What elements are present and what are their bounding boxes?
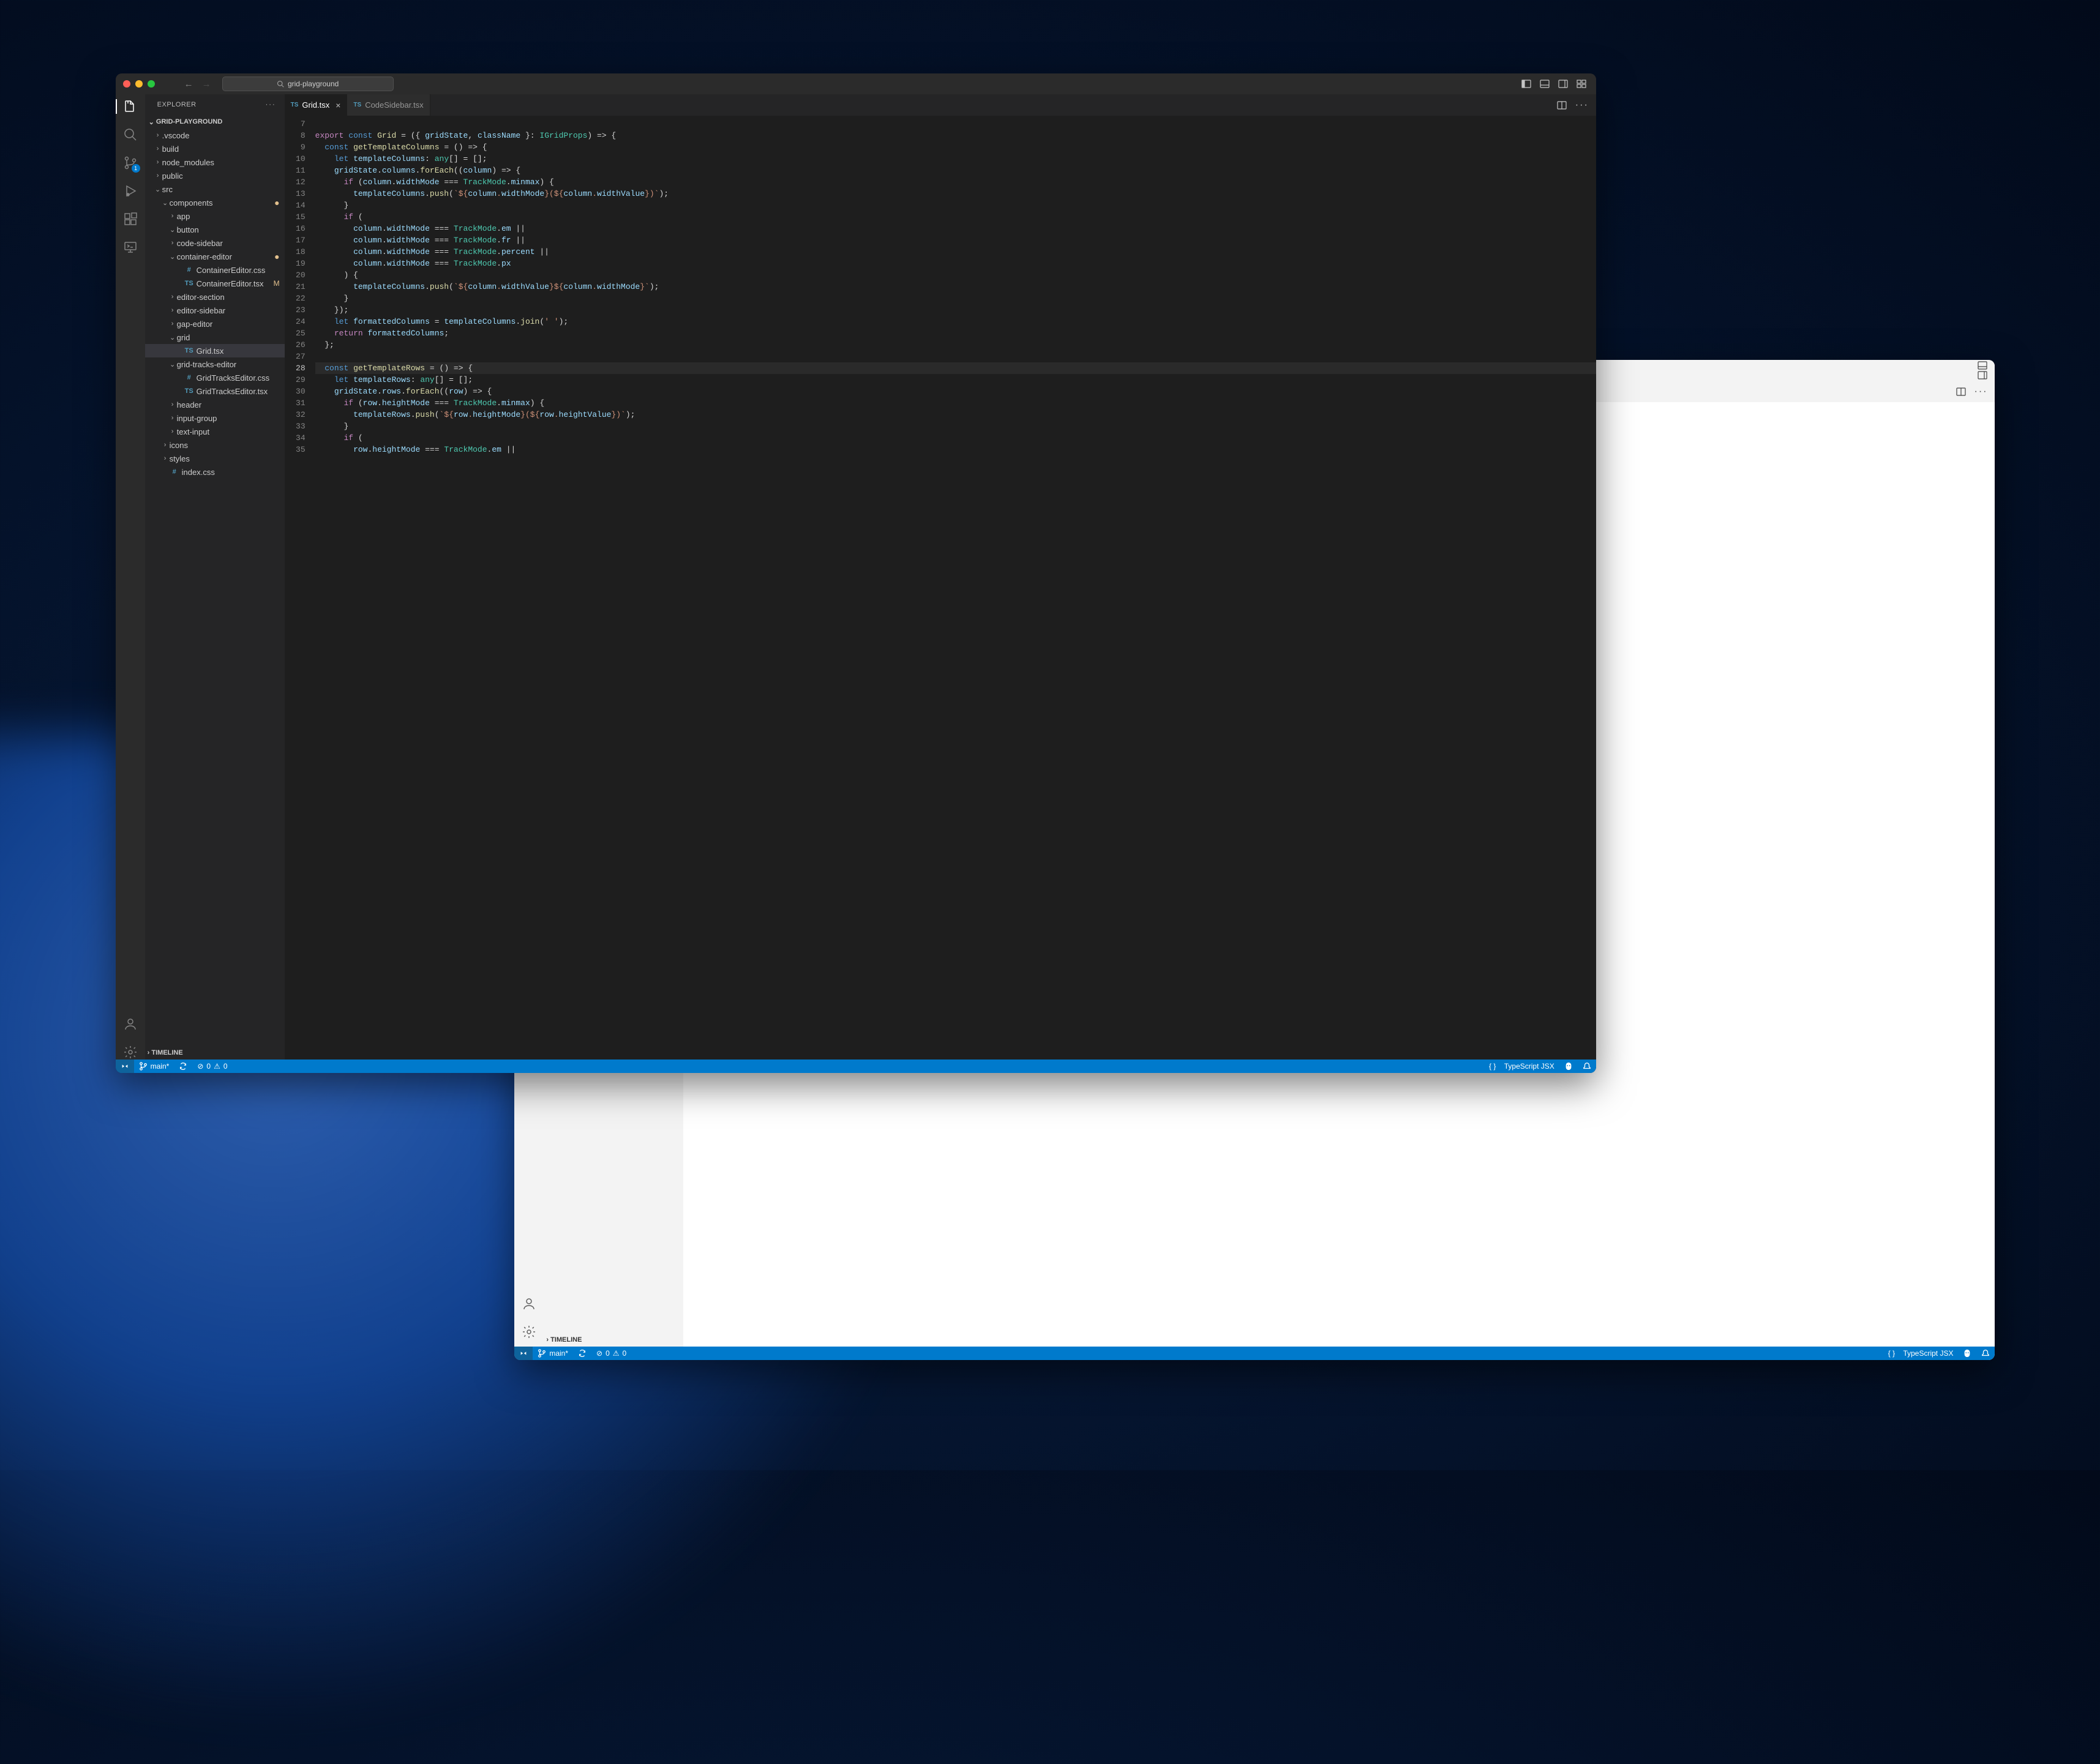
minimize-window-button[interactable] [135,80,143,88]
sidebar-header: EXPLORER ··· [145,94,285,115]
maximize-window-button[interactable] [148,80,155,88]
remote-indicator[interactable] [116,1060,134,1073]
branch-indicator[interactable]: main* [533,1349,573,1358]
tree-item-gap-editor[interactable]: ›gap-editor [145,317,285,331]
tree-item-styles[interactable]: ›styles [145,452,285,465]
explorer-icon[interactable] [123,99,138,114]
tree-item-gridtrackseditor-tsx[interactable]: TSGridTracksEditor.tsx [145,384,285,398]
settings-gear-icon[interactable] [123,1045,138,1060]
accounts-icon[interactable] [123,1017,138,1031]
split-editor-icon[interactable] [1956,387,1966,397]
titlebar: ← → grid-playground [116,73,1596,94]
layout-primary-icon[interactable] [1521,79,1531,89]
tree-item-app[interactable]: ›app [145,209,285,223]
problems-indicator[interactable]: ⊘0 ⚠0 [192,1062,232,1071]
tree-item-code-sidebar[interactable]: ›code-sidebar [145,236,285,250]
settings-gear-icon[interactable] [522,1325,536,1339]
tree-item-grid[interactable]: ⌄grid [145,331,285,344]
remote-indicator[interactable] [514,1347,533,1360]
search-icon[interactable] [123,127,138,142]
tree-item-containereditor-tsx[interactable]: TSContainerEditor.tsxM [145,277,285,290]
tree-item-src[interactable]: ⌄src [145,182,285,196]
tree-item-button[interactable]: ⌄button [145,223,285,236]
scm-badge: 1 [132,164,140,173]
tab-codesidebar-tsx[interactable]: TS CodeSidebar.tsx [347,94,430,116]
timeline-section[interactable]: › TIMELINE [544,1333,683,1347]
tree-item-input-group[interactable]: ›input-group [145,411,285,425]
more-actions-icon[interactable]: ··· [1974,386,1988,397]
notifications-icon[interactable] [1976,1349,1995,1358]
accounts-icon[interactable] [522,1296,536,1311]
command-center[interactable]: grid-playground [222,77,394,91]
window-controls [123,80,155,88]
workspace-root[interactable]: ⌄ GRID-PLAYGROUND [145,115,285,129]
problems-indicator[interactable]: ⊘0 ⚠0 [591,1349,631,1358]
close-tab-icon[interactable]: × [336,100,340,110]
copilot-icon[interactable] [1559,1062,1578,1071]
tab-grid-tsx[interactable]: TS Grid.tsx × [285,94,348,116]
sidebar: EXPLORER ··· ⌄ GRID-PLAYGROUND ›.vscode›… [145,94,285,1060]
tree-item-container-editor[interactable]: ⌄container-editor● [145,250,285,263]
branch-indicator[interactable]: main* [134,1062,174,1071]
layout-secondary-icon[interactable] [1978,370,1987,380]
tree-item-icons[interactable]: ›icons [145,438,285,452]
explorer-title: EXPLORER [157,101,197,108]
vscode-window-dark: ← → grid-playground 1 [116,73,1596,1073]
status-bar: main* ⊘0 ⚠0 { } TypeScript JSX [514,1347,1995,1360]
tree-item-header[interactable]: ›header [145,398,285,411]
nav-arrows: ← → [184,79,211,89]
sync-indicator[interactable] [573,1349,591,1358]
tree-item-containereditor-css[interactable]: #ContainerEditor.css [145,263,285,277]
tree-item--vscode[interactable]: ›.vscode [145,129,285,142]
nav-forward-icon[interactable]: → [202,79,211,89]
tree-item-index-css[interactable]: #index.css [145,465,285,479]
layout-panel-icon[interactable] [1540,79,1550,89]
tree-item-grid-tracks-editor[interactable]: ⌄grid-tracks-editor [145,357,285,371]
tree-item-editor-sidebar[interactable]: ›editor-sidebar [145,304,285,317]
timeline-section[interactable]: › TIMELINE [145,1046,285,1060]
tree-item-text-input[interactable]: ›text-input [145,425,285,438]
nav-back-icon[interactable]: ← [184,79,193,89]
source-control-icon[interactable]: 1 [123,155,138,170]
language-mode[interactable]: { } TypeScript JSX [1484,1062,1559,1071]
tree-item-build[interactable]: ›build [145,142,285,155]
more-actions-icon[interactable]: ··· [1575,100,1589,111]
tree-item-grid-tsx[interactable]: TSGrid.tsx [145,344,285,357]
tree-item-gridtrackseditor-css[interactable]: #GridTracksEditor.css [145,371,285,384]
sync-indicator[interactable] [174,1062,192,1071]
editor-actions: ··· [1550,94,1596,116]
copilot-icon[interactable] [1958,1349,1976,1358]
tree-item-editor-section[interactable]: ›editor-section [145,290,285,304]
status-bar: main* ⊘0 ⚠0 { } TypeScript JSX [116,1060,1596,1073]
language-mode[interactable]: { } TypeScript JSX [1883,1349,1959,1358]
notifications-icon[interactable] [1578,1062,1596,1071]
layout-controls [1521,79,1586,89]
tree-item-node-modules[interactable]: ›node_modules [145,155,285,169]
editor-tabs: TS Grid.tsx × TS CodeSidebar.tsx ··· [285,94,1596,116]
tree-item-public[interactable]: ›public [145,169,285,182]
layout-secondary-icon[interactable] [1558,79,1568,89]
layout-customize-icon[interactable] [1577,79,1586,89]
extensions-icon[interactable] [123,212,138,226]
close-window-button[interactable] [123,80,130,88]
split-editor-icon[interactable] [1557,100,1567,110]
editor-area: TS Grid.tsx × TS CodeSidebar.tsx ··· 789… [285,94,1596,1060]
remote-explorer-icon[interactable] [123,240,138,255]
run-debug-icon[interactable] [123,184,138,198]
tree-item-components[interactable]: ⌄components● [145,196,285,209]
layout-panel-icon[interactable] [1978,361,1987,370]
code-content[interactable]: export const Grid = ({ gridState, classN… [315,116,1596,1060]
sidebar-more-icon[interactable]: ··· [266,101,276,108]
activity-bar: 1 [116,94,145,1060]
